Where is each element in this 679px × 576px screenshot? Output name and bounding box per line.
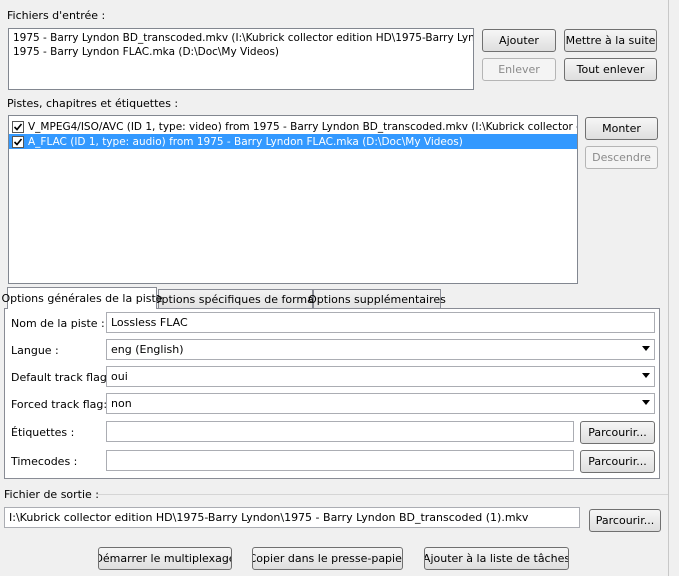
forced-flag-select-value: non [111, 397, 132, 410]
remove-all-button[interactable]: Tout enlever [564, 58, 657, 81]
checkbox-icon[interactable] [12, 120, 24, 133]
forced-flag-select[interactable]: non [106, 393, 655, 414]
tab-extra-options[interactable]: Options supplémentaires [308, 289, 446, 309]
track-item-video[interactable]: V_MPEG4/ISO/AVC (ID 1, type: video) from… [9, 119, 577, 134]
forced-flag-label: Forced track flag: [11, 398, 108, 411]
append-button[interactable]: Mettre à la suite [564, 29, 657, 52]
input-file-item-2[interactable]: 1975 - Barry Lyndon FLAC.mka (D:\Doc\My … [9, 45, 473, 59]
timecodes-browse-button[interactable]: Parcourir... [580, 450, 655, 473]
chevron-down-icon [642, 400, 650, 405]
window-edge [668, 0, 669, 576]
chevron-down-icon [642, 373, 650, 378]
tags-label: Étiquettes : [11, 426, 75, 439]
language-label: Langue : [11, 344, 59, 357]
output-browse-button[interactable]: Parcourir... [589, 509, 661, 532]
add-to-job-queue-button[interactable]: Ajouter à la liste de tâches [424, 547, 569, 570]
output-group-divider [96, 494, 669, 495]
tags-field[interactable] [106, 421, 574, 442]
timecodes-label: Timecodes : [11, 455, 78, 468]
language-select[interactable]: eng (English) [106, 339, 655, 360]
tracks-label: Pistes, chapitres et étiquettes : [7, 97, 179, 110]
timecodes-field[interactable] [106, 450, 574, 471]
tracks-list[interactable]: V_MPEG4/ISO/AVC (ID 1, type: video) from… [8, 115, 578, 284]
default-flag-select[interactable]: oui [106, 366, 655, 387]
move-up-button[interactable]: Monter [585, 117, 658, 140]
checkbox-icon[interactable] [12, 135, 24, 148]
default-flag-select-value: oui [111, 370, 128, 383]
add-button[interactable]: Ajouter [482, 29, 556, 52]
input-files-label: Fichiers d'entrée : [7, 9, 106, 22]
track-item-label: V_MPEG4/ISO/AVC (ID 1, type: video) from… [28, 120, 578, 133]
tags-browse-button[interactable]: Parcourir... [580, 421, 655, 444]
move-down-button[interactable]: Descendre [585, 146, 658, 169]
input-file-item-1[interactable]: 1975 - Barry Lyndon BD_transcoded.mkv (I… [9, 31, 473, 45]
tab-format-options[interactable]: Options spécifiques de format [153, 289, 318, 309]
remove-button[interactable]: Enlever [482, 58, 556, 81]
default-flag-label: Default track flag: [11, 371, 111, 384]
track-item-audio[interactable]: A_FLAC (ID 1, type: audio) from 1975 - B… [9, 134, 577, 149]
language-select-value: eng (English) [111, 343, 184, 356]
output-file-field[interactable]: I:\Kubrick collector edition HD\1975-Bar… [4, 507, 580, 528]
output-file-label: Fichier de sortie : [4, 488, 100, 501]
track-name-label: Nom de la piste : [11, 317, 105, 330]
start-muxing-button[interactable]: Démarrer le multiplexage [98, 547, 232, 570]
copy-clipboard-button[interactable]: Copier dans le presse-papier [252, 547, 403, 570]
chevron-down-icon [642, 346, 650, 351]
tab-general-options[interactable]: Options générales de la piste [1, 287, 163, 309]
track-item-label: A_FLAC (ID 1, type: audio) from 1975 - B… [28, 135, 463, 148]
input-files-list[interactable]: 1975 - Barry Lyndon BD_transcoded.mkv (I… [8, 28, 474, 90]
track-name-field[interactable]: Lossless FLAC [106, 312, 655, 333]
